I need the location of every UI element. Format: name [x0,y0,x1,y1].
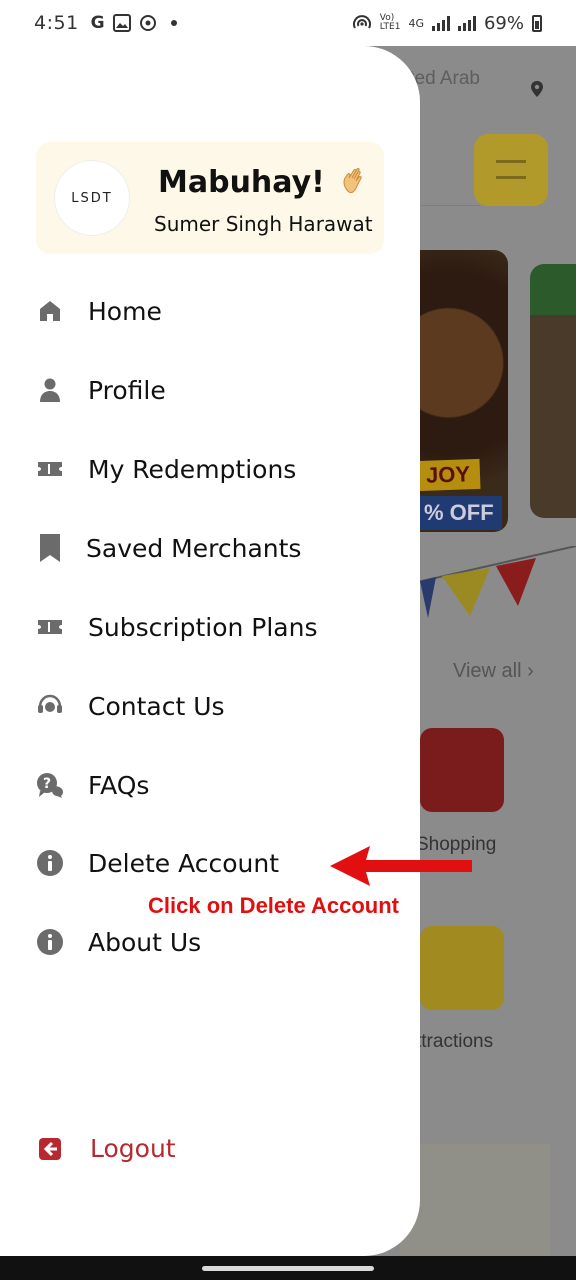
promo-card-2 [530,264,576,518]
category-tile-shopping [420,728,504,812]
hotspot-icon [352,15,371,29]
signal-icon [431,15,450,31]
battery-icon [532,14,542,32]
category-label: ttractions [416,1031,494,1052]
drawer-menu: Home Profile My Redemptions Saved Mercha… [0,46,420,1256]
menu-item-home[interactable]: Home [36,286,406,336]
home-icon [36,297,64,325]
status-bar: 4:51 G Vo) LTE1 4G 69% [0,0,576,46]
signal-2-icon [457,15,476,31]
info-icon [36,849,64,877]
menu-item-contact-us[interactable]: Contact Us [36,681,406,731]
promo-badge: JOY [415,458,481,492]
bunting-decoration [400,546,576,618]
menu-item-about-us[interactable]: About Us [36,917,406,967]
menu-item-label: Contact Us [88,691,225,721]
network-type: 4G [408,16,424,30]
category-tile-attractions [420,926,504,1010]
menu-item-label: Profile [88,375,166,405]
logout-label: Logout [90,1134,176,1163]
ticket-icon [36,455,64,483]
annotation-arrow-icon [330,846,472,886]
filter-button [474,134,548,206]
volte-label: Vo) LTE1 [379,13,401,32]
annotation-text: Click on Delete Account [148,893,400,918]
menu-item-label: Delete Account [88,848,280,878]
ticket-icon [36,613,64,641]
question-chat-icon: ? [36,771,64,799]
person-icon [36,376,64,404]
menu-item-label: Saved Merchants [86,533,302,563]
status-notification-icons: G [91,13,177,33]
logout-button[interactable]: Logout [36,1134,176,1163]
battery-percent: 69% [483,12,524,34]
menu-item-label: FAQs [88,770,150,800]
svg-text:?: ? [43,776,51,792]
system-nav-bar [0,1256,576,1280]
status-time: 4:51 [34,12,79,34]
menu-item-subscription-plans[interactable]: Subscription Plans [36,602,406,652]
menu-item-label: Subscription Plans [88,612,318,642]
view-all-link: View all › [453,660,534,682]
dot-icon [170,20,177,26]
chevron-right-icon: › [527,660,534,682]
location-pin-icon [531,81,543,97]
bottom-card [400,1144,550,1256]
menu-item-label: About Us [88,927,202,957]
menu-item-faqs[interactable]: ? FAQs [36,760,406,810]
home-gesture-handle[interactable] [202,1266,374,1271]
menu-item-saved-merchants[interactable]: Saved Merchants [36,523,406,573]
logout-icon [36,1135,64,1163]
info-icon [36,928,64,956]
status-system-icons: Vo) LTE1 4G 69% [352,13,542,34]
menu-item-label: My Redemptions [88,454,297,484]
promo-discount: % OFF [416,496,502,530]
navigation-drawer: LSDT Mabuhay! Sumer Singh Harawat Home P… [0,46,420,1256]
gallery-icon [112,14,131,32]
google-icon: G [90,13,105,33]
bookmark-icon [36,534,64,562]
menu-item-profile[interactable]: Profile [36,365,406,415]
sync-icon [139,15,156,31]
menu-item-my-redemptions[interactable]: My Redemptions [36,444,406,494]
menu-item-label: Home [88,296,162,326]
headset-icon [36,692,64,720]
